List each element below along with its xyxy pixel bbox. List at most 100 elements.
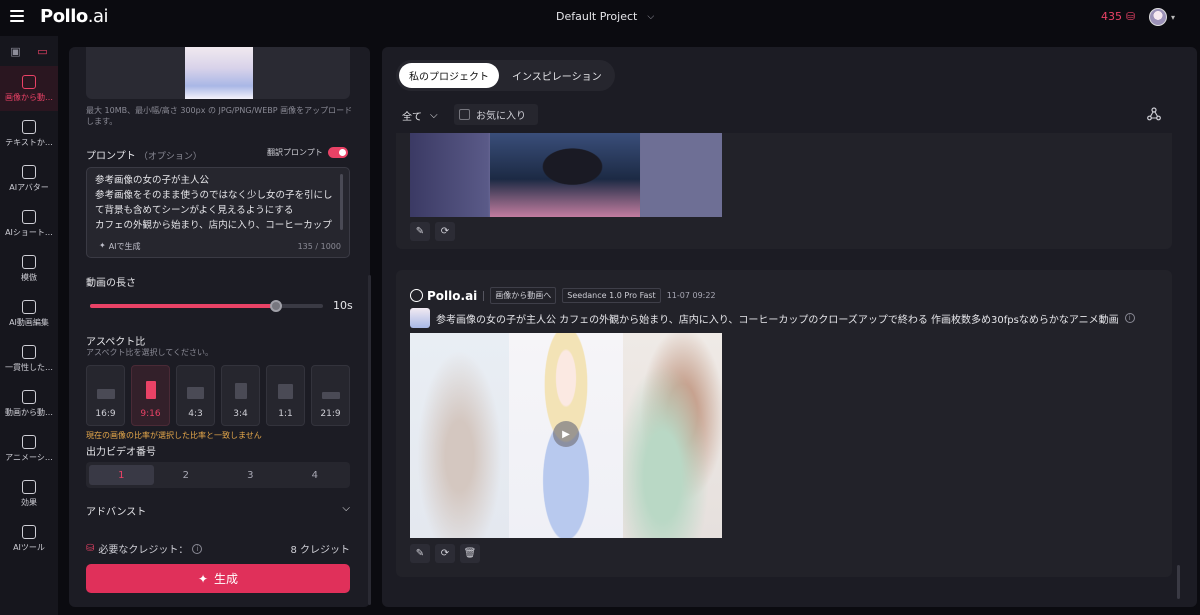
duration-value: 10s <box>333 299 353 312</box>
aspect-ratio-label: 9:16 <box>140 409 161 419</box>
regenerate-icon[interactable]: ⟳ <box>435 222 455 241</box>
info-icon[interactable]: i <box>1124 313 1135 323</box>
credits-value: 8 クレジット <box>290 545 350 556</box>
sidebar-item-4[interactable]: 模倣 <box>0 246 58 291</box>
card-prompt-text: 参考画像の女の子が主人公 カフェの外観から始まり、店内に入り、コーヒーカップのク… <box>436 314 1119 326</box>
generate-button[interactable]: ✦ 生成 <box>86 564 350 593</box>
edit-icon[interactable]: ✎ <box>410 222 430 241</box>
output-count-option[interactable]: 3 <box>218 465 283 485</box>
play-icon[interactable]: ▶ <box>553 421 579 447</box>
output-count-option[interactable]: 2 <box>154 465 219 485</box>
coin-icon: ⛁ <box>86 543 95 554</box>
required-credits-label: ⛁ 必要なクレジット： i <box>86 541 203 556</box>
duration-label: 動画の長さ <box>86 278 136 289</box>
sidebar-item-label: AIショート… <box>5 227 53 237</box>
left-panel-scrollbar[interactable] <box>368 275 371 605</box>
text-video-icon <box>22 119 36 134</box>
prompt-scrollbar[interactable] <box>340 174 343 230</box>
image-upload-area[interactable] <box>86 47 350 99</box>
tab-inspiration[interactable]: インスピレーション <box>502 63 612 88</box>
chevron-down-icon: ▾ <box>1171 12 1176 22</box>
aspect-ratio-option[interactable]: 9:16 <box>131 365 170 426</box>
project-tabs: 私のプロジェクト インスピレーション <box>396 60 615 91</box>
sidebar-item-3[interactable]: AIショート… <box>0 201 58 246</box>
video-thumbnail[interactable]: ▶ <box>410 333 722 538</box>
avatar-icon <box>22 164 36 179</box>
project-card: ✎ ⟳ <box>396 133 1172 249</box>
projects-scrollbar[interactable] <box>1177 565 1180 599</box>
aspect-ratio-label: 21:9 <box>320 409 341 419</box>
aspect-ratio-option[interactable]: 4:3 <box>176 365 215 426</box>
favorites-label: お気に入り <box>476 111 526 122</box>
aspect-shape <box>234 383 247 399</box>
slider-fill <box>90 304 277 308</box>
video-thumbnail[interactable] <box>410 133 722 217</box>
sidebar-item-10[interactable]: AIツール <box>0 516 58 561</box>
pollo-logo-icon <box>410 289 423 302</box>
info-icon[interactable]: i <box>192 543 203 554</box>
menu-icon[interactable] <box>10 10 24 22</box>
aspect-shape <box>187 387 204 399</box>
favorites-checkbox[interactable] <box>459 109 470 120</box>
output-count-option[interactable]: 1 <box>89 465 154 485</box>
sidebar-item-1[interactable]: テキストか… <box>0 111 58 156</box>
sidebar-item-2[interactable]: AIアバター <box>0 156 58 201</box>
advanced-toggle[interactable]: アドバンスト ⌵ <box>86 503 350 518</box>
aspect-ratio-option[interactable]: 3:4 <box>221 365 260 426</box>
mode-tag: 画像から動画へ <box>490 287 557 304</box>
duration-slider[interactable] <box>90 300 323 312</box>
slider-handle[interactable] <box>270 300 283 312</box>
animation-icon <box>22 434 36 449</box>
aspect-ratio-label: 16:9 <box>95 409 116 419</box>
sidebar-item-5[interactable]: AI動画編集 <box>0 291 58 336</box>
aspect-ratio-option[interactable]: 16:9 <box>86 365 125 426</box>
projects-panel: 私のプロジェクト インスピレーション 全て ⌵ お気に入り ✎ ⟳ Pollo.… <box>382 47 1197 607</box>
sidebar-item-label: 効果 <box>21 497 37 507</box>
model-tag: Seedance 1.0 Pro Fast <box>562 288 661 303</box>
sidebar-item-label: 模倣 <box>21 272 37 282</box>
chevron-down-icon: ⌵ <box>430 110 438 121</box>
delete-icon[interactable]: 🗑 <box>460 544 480 563</box>
aspect-ratio-option[interactable]: 21:9 <box>311 365 350 426</box>
aspect-shape <box>278 384 293 399</box>
share-icon[interactable] <box>1147 107 1161 121</box>
prompt-text[interactable]: 参考画像の女の子が主人公 参考画像をそのまま使うのではなく少し女の子を引にして背… <box>95 173 339 233</box>
tab-my-projects[interactable]: 私のプロジェクト <box>399 63 499 88</box>
favorites-filter[interactable]: お気に入り <box>454 104 538 125</box>
sidebar-item-0[interactable]: 画像から動… <box>0 66 58 111</box>
video-mode-icon[interactable]: ▭ <box>32 42 54 60</box>
credits-needed-text: 必要なクレジット： <box>98 545 189 556</box>
sidebar-item-7[interactable]: 動画から動… <box>0 381 58 426</box>
regenerate-icon[interactable]: ⟳ <box>435 544 455 563</box>
card-brand-text: Pollo.ai <box>427 288 478 303</box>
user-menu[interactable]: ▾ <box>1149 8 1175 26</box>
card-prompt: 参考画像の女の子が主人公 カフェの外観から始まり、店内に入り、コーヒーカップのク… <box>410 308 1135 328</box>
credit-balance[interactable]: 435 ⛁ <box>1101 10 1135 23</box>
sparkle-icon: ✦ <box>197 571 209 586</box>
aspect-ratio-label: アスペクト比 <box>86 337 146 348</box>
sidebar-item-9[interactable]: 効果 <box>0 471 58 516</box>
card-brand: Pollo.ai <box>410 289 477 303</box>
project-selector[interactable]: Default Project ⌵ <box>556 10 654 23</box>
effects-icon <box>22 479 36 494</box>
edit-icon[interactable]: ✎ <box>410 544 430 563</box>
ai-generate-button[interactable]: ✦ AIで生成 <box>99 241 141 252</box>
filter-label: 全て <box>402 112 422 123</box>
sidebar-item-6[interactable]: 一貫性した… <box>0 336 58 381</box>
consistent-icon <box>22 344 36 359</box>
output-count-option[interactable]: 4 <box>283 465 348 485</box>
reference-thumbnail[interactable] <box>410 308 430 328</box>
logo[interactable]: Pollo.ai <box>40 6 109 27</box>
filter-dropdown[interactable]: 全て ⌵ <box>402 108 438 123</box>
generate-label: 生成 <box>214 572 239 586</box>
chevron-down-icon: ⌵ <box>342 503 350 514</box>
prompt-label-text: プロンプト <box>86 151 136 162</box>
aspect-ratio-option[interactable]: 1:1 <box>266 365 305 426</box>
sidebar-item-label: 動画から動… <box>5 407 53 417</box>
translate-toggle[interactable] <box>327 147 348 158</box>
avatar <box>1149 8 1167 26</box>
prompt-input[interactable]: 参考画像の女の子が主人公 参考画像をそのまま使うのではなく少し女の子を引にして背… <box>86 167 350 258</box>
logo-suffix: .ai <box>87 6 109 27</box>
image-mode-icon[interactable]: ▣ <box>5 42 27 60</box>
sidebar-item-8[interactable]: アニメーシ… <box>0 426 58 471</box>
